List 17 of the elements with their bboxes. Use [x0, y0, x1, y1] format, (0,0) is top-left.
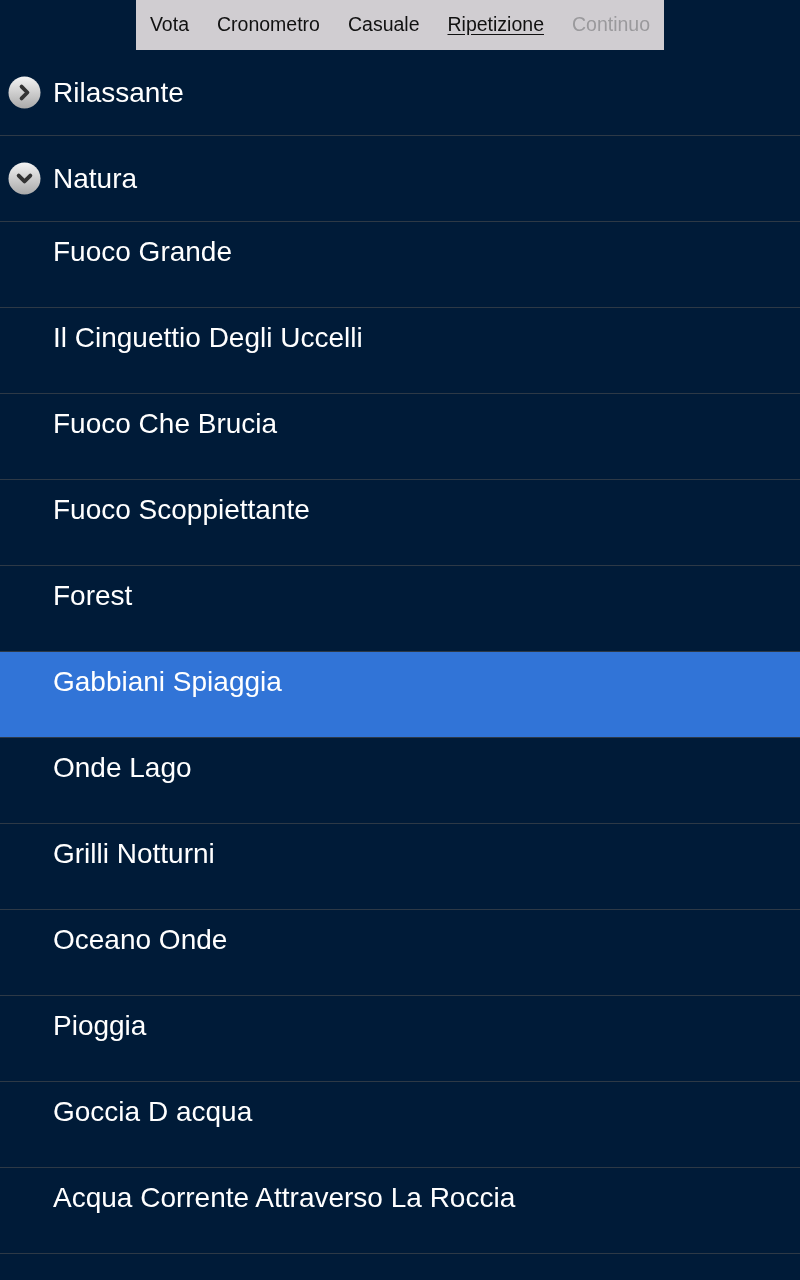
- list-item[interactable]: Oceano Onde: [0, 910, 800, 996]
- menu-item[interactable]: Vota: [135, 0, 203, 50]
- list-item[interactable]: Fuoco Scoppiettante: [0, 480, 800, 566]
- list-item[interactable]: Goccia D acqua: [0, 1082, 800, 1168]
- category-header[interactable]: Rilassante: [0, 50, 800, 136]
- list-item[interactable]: Onde Lago: [0, 738, 800, 824]
- list-item[interactable]: Fuoco Grande: [0, 222, 800, 308]
- list-item[interactable]: Acqua Corrente Attraverso La Roccia: [0, 1168, 800, 1254]
- category-header[interactable]: Natura: [0, 136, 800, 222]
- menu-item[interactable]: Ripetizione: [433, 0, 558, 50]
- list-item[interactable]: Fuoco Che Brucia: [0, 394, 800, 480]
- list-item[interactable]: Grilli Notturni: [0, 824, 800, 910]
- menu-item[interactable]: Cronometro: [203, 0, 334, 50]
- list-item[interactable]: Il Cinguettio Degli Uccelli: [0, 308, 800, 394]
- menu-item[interactable]: Casuale: [333, 0, 434, 50]
- selected-list-item[interactable]: Gabbiani Spiaggia: [0, 652, 800, 738]
- list-item[interactable]: Pioggia: [0, 996, 800, 1082]
